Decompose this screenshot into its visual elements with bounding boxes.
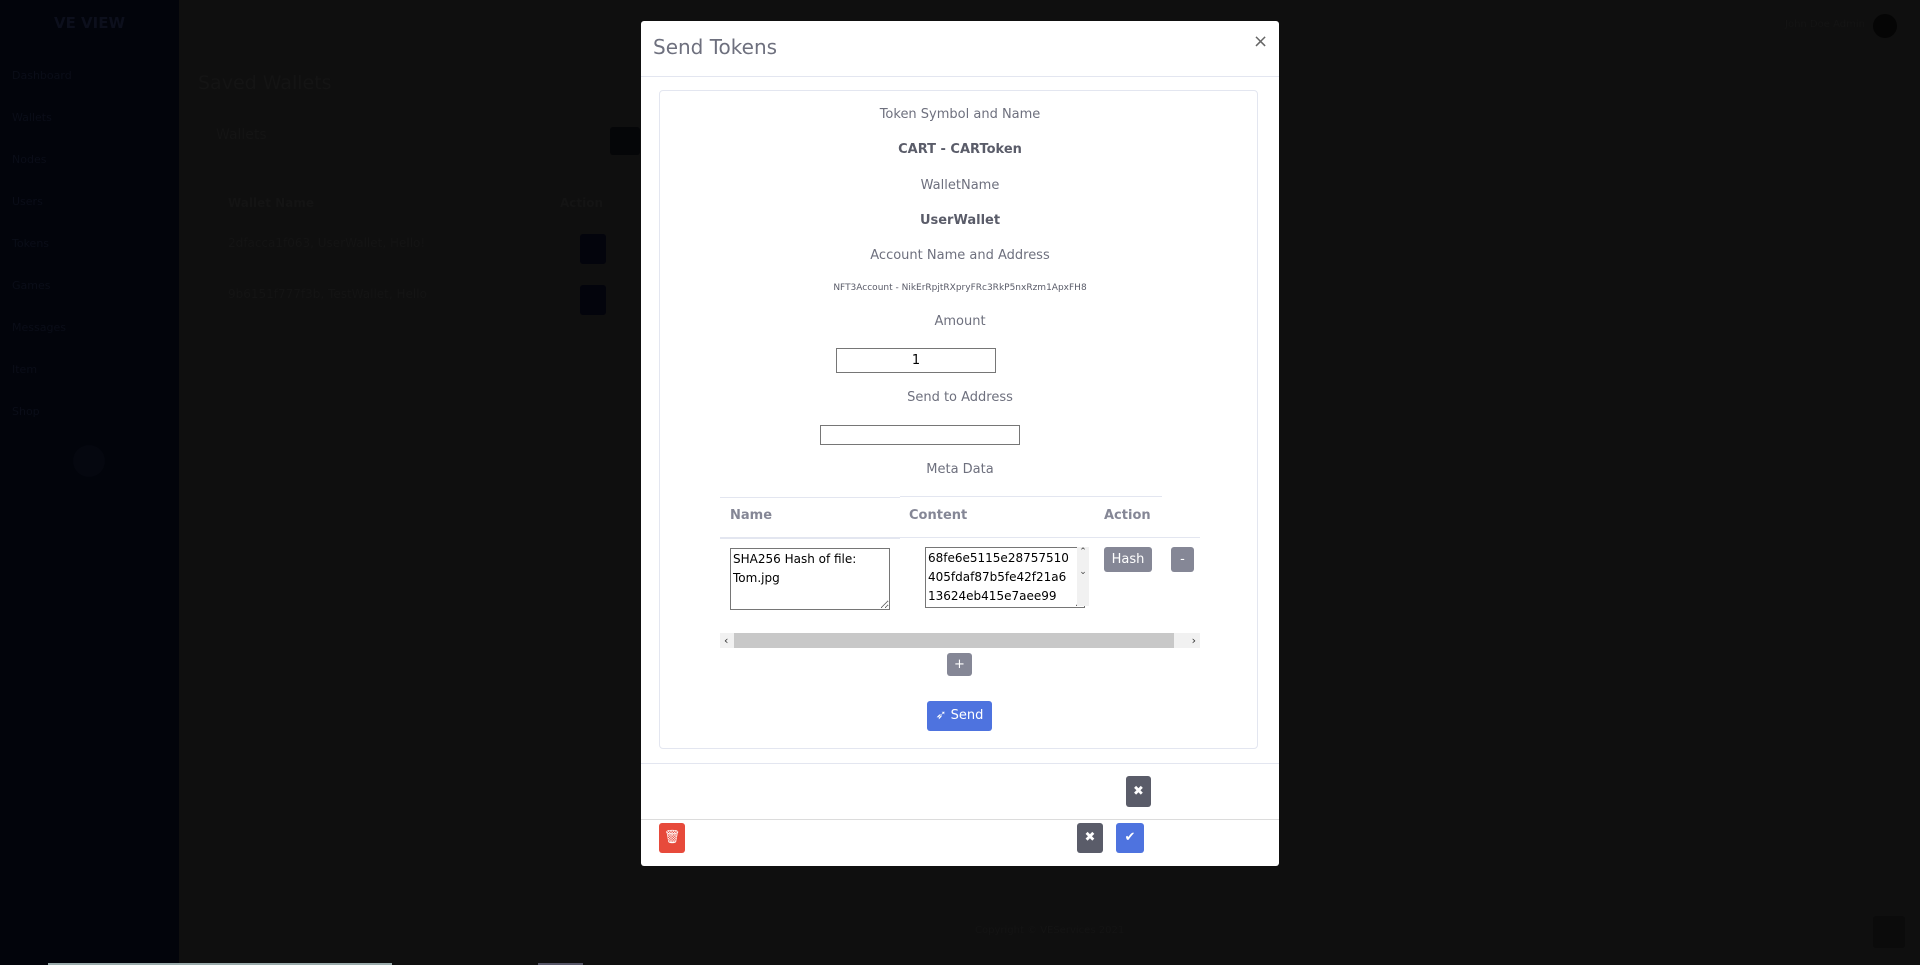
close-icon[interactable]: × [1253, 31, 1268, 52]
confirm-button[interactable]: ✔ [1116, 823, 1144, 853]
paper-plane-icon: ➶ [935, 708, 947, 723]
scrollbar-thumb[interactable] [734, 633, 1174, 648]
hash-button[interactable]: Hash [1104, 547, 1152, 572]
divider [641, 76, 1279, 77]
sidebar-item-item[interactable]: Item [12, 363, 37, 376]
remove-row-button[interactable]: - [1171, 547, 1194, 572]
trash-icon[interactable]: 🗑 [659, 823, 685, 853]
scroll-right-icon[interactable]: › [1192, 633, 1196, 648]
account-value: NFT3Account - NikErRpjtRXpryFRc3RkP5nxRz… [833, 283, 1087, 293]
divider [641, 819, 1279, 820]
sidebar-item-nodes[interactable]: Nodes [12, 153, 46, 166]
horizontal-scrollbar[interactable]: ‹ › [720, 633, 1200, 648]
scroll-to-top-button[interactable] [1873, 916, 1905, 948]
page-title: Saved Wallets [198, 72, 332, 94]
meta-header-name: Name [730, 508, 773, 523]
divider [641, 763, 1279, 764]
sidebar-item-games[interactable]: Games [12, 279, 50, 292]
modal-title: Send Tokens [653, 35, 778, 59]
sidebar-item-dashboard[interactable]: Dashboard [12, 69, 72, 82]
token-value: CART - CARToken [898, 142, 1022, 157]
divider [900, 537, 1200, 538]
meta-data-label: Meta Data [926, 462, 994, 477]
divider [720, 497, 900, 498]
amount-label: Amount [934, 314, 986, 329]
wallet-label: WalletName [920, 178, 1000, 193]
sidebar-item-users[interactable]: Users [12, 195, 43, 208]
avatar[interactable] [1873, 14, 1897, 38]
scroll-left-icon[interactable]: ‹ [724, 633, 728, 648]
table-row: 9b6151f777f3b, TestWallet, Hello [228, 287, 427, 301]
address-label: Send to Address [907, 390, 1013, 405]
send-button[interactable]: ➶ Send [927, 701, 992, 731]
token-label: Token Symbol and Name [879, 107, 1041, 122]
row-action-button[interactable] [580, 234, 606, 264]
card-title: Wallets [216, 127, 267, 143]
send-to-address-input[interactable] [820, 425, 1020, 445]
sidebar-item-shop[interactable]: Shop [12, 405, 40, 418]
meta-header-action: Action [1104, 508, 1151, 523]
wallet-value: UserWallet [919, 213, 1001, 228]
sidebar-item-tokens[interactable]: Tokens [12, 237, 49, 250]
account-label: Account Name and Address [870, 248, 1050, 263]
divider [900, 496, 1162, 497]
textarea-scrollbar[interactable]: ⌃ ⌄ [1077, 547, 1089, 606]
meta-header-content: Content [909, 508, 968, 523]
sidebar-item-wallets[interactable]: Wallets [12, 111, 52, 124]
add-wallet-button[interactable] [610, 127, 640, 155]
sidebar-item-messages[interactable]: Messages [12, 321, 66, 334]
copyright-footer: Copyright © VEServices 2021 [975, 925, 1125, 936]
table-row: 2dfacca1f063, UserWallet, Hello! [228, 236, 426, 250]
add-row-button[interactable]: + [947, 653, 972, 676]
meta-content-textarea[interactable]: 68fe6e5115e28757510405fdaf87b5fe42f21a61… [925, 547, 1085, 608]
sidebar: VE VIEW Dashboard Wallets Nodes Users To… [0, 0, 179, 965]
sidebar-toggle-button[interactable] [73, 445, 105, 477]
cancel-button[interactable]: ✖ [1077, 823, 1103, 853]
column-header-wallet-name: Wallet Name [228, 196, 314, 210]
meta-name-textarea[interactable]: SHA256 Hash of file: Tom.jpg [730, 548, 890, 610]
column-header-action: Action [560, 196, 604, 210]
footer-close-button[interactable]: ✖ [1126, 776, 1151, 807]
send-tokens-modal: Send Tokens × Token Symbol and Name CART… [641, 21, 1279, 866]
brand-logo: VE VIEW [53, 14, 126, 32]
row-action-button[interactable] [580, 285, 606, 315]
send-label: Send [950, 708, 984, 723]
divider [720, 537, 900, 539]
amount-input[interactable] [836, 348, 996, 373]
user-name[interactable]: John Doe Admin [1785, 19, 1865, 30]
